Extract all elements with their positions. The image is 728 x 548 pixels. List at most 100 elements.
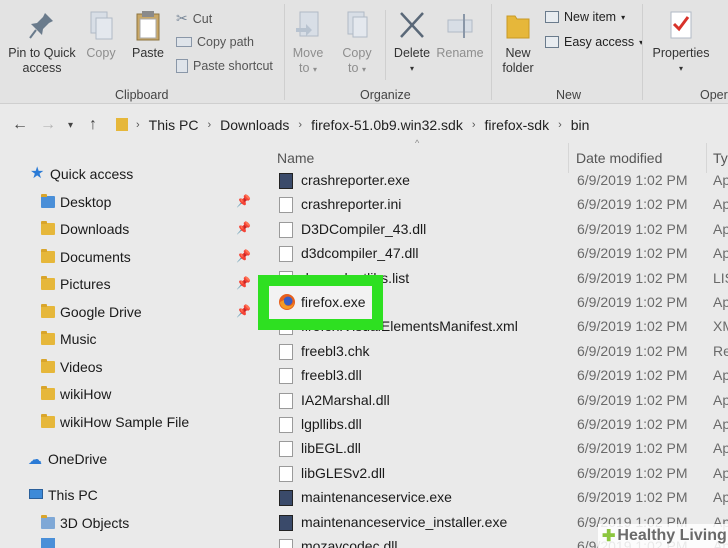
column-date-modified[interactable]: Date modified <box>576 150 662 166</box>
pin-icon: 📌 <box>236 249 251 263</box>
sort-up-chevron-icon: ^ <box>415 138 420 148</box>
nav-item-wikihow-sample-file[interactable]: wikiHow Sample File <box>40 411 189 433</box>
file-type: Ap <box>713 367 728 384</box>
cut-button[interactable]: ✂ Cut <box>176 10 212 27</box>
table-row[interactable]: freebl3.dll 6/9/2019 1:02 PM Ap <box>270 364 728 388</box>
copy-path-button[interactable]: Copy path <box>176 35 254 49</box>
new-folder-icon <box>506 15 530 39</box>
copy-to-icon <box>347 11 368 38</box>
file-type: XM <box>713 318 728 335</box>
nav-item-documents[interactable]: Documents <box>40 246 131 268</box>
file-date-modified: 6/9/2019 1:02 PM <box>577 416 688 432</box>
ribbon-separator <box>284 4 285 100</box>
nav-item-quick-access[interactable]: ★ Quick access <box>30 163 133 185</box>
copy-to-button[interactable]: Copy to ▾ <box>337 10 377 77</box>
table-row[interactable]: freebl3.chk 6/9/2019 1:02 PM Re <box>270 340 728 364</box>
documents-folder-icon <box>40 249 56 265</box>
table-row[interactable]: libEGL.dll 6/9/2019 1:02 PM Ap <box>270 437 728 461</box>
back-arrow-icon[interactable]: ← <box>12 116 28 134</box>
table-row[interactable]: D3DCompiler_43.dll 6/9/2019 1:02 PM Ap <box>270 218 728 242</box>
paste-shortcut-icon <box>176 59 188 73</box>
computer-icon <box>28 487 44 503</box>
application-file-icon <box>279 490 293 507</box>
table-row[interactable]: libGLESv2.dll 6/9/2019 1:02 PM Ap <box>270 462 728 486</box>
new-folder-button[interactable]: New folder <box>497 10 539 76</box>
desktop-folder-icon <box>40 538 56 548</box>
table-row[interactable]: d3dcompiler_47.dll 6/9/2019 1:02 PM Ap <box>270 242 728 266</box>
recent-locations-chevron-icon[interactable]: ▾ <box>68 120 73 131</box>
file-name: lgpllibs.dll <box>301 416 362 432</box>
paste-shortcut-button[interactable]: Paste shortcut <box>176 59 273 73</box>
nav-item-pictures[interactable]: Pictures <box>40 273 111 295</box>
file-type: Ap <box>713 416 728 432</box>
chevron-right-icon: › <box>298 119 303 131</box>
file-type: Ap <box>713 440 728 457</box>
chevron-right-icon: › <box>558 119 562 131</box>
easy-access-icon <box>545 36 559 48</box>
file-date-modified: 6/9/2019 1:02 PM <box>577 269 688 286</box>
breadcrumb-downloads[interactable]: Downloads <box>220 117 289 133</box>
nav-item-wikihow[interactable]: wikiHow <box>40 383 111 405</box>
chevron-down-icon: ▾ <box>312 65 317 74</box>
move-to-icon <box>296 11 319 37</box>
document-file-icon <box>279 197 293 214</box>
breadcrumb-bin[interactable]: bin <box>571 117 590 133</box>
table-row[interactable]: crashreporter.ini 6/9/2019 1:02 PM Ap <box>270 193 728 217</box>
table-row[interactable]: maintenanceservice.exe 6/9/2019 1:02 PM Ap <box>270 486 728 510</box>
file-type: Ap <box>713 196 728 213</box>
move-to-button[interactable]: Move to ▾ <box>290 10 326 77</box>
document-file-icon <box>279 465 293 482</box>
highlighted-file-row[interactable]: firefox.exe <box>269 286 372 319</box>
cloud-icon: ☁ <box>28 451 42 467</box>
file-type: Ap <box>713 391 728 408</box>
column-name[interactable]: Name <box>277 150 314 166</box>
file-name: libGLESv2.dll <box>301 464 386 481</box>
paste-button[interactable]: Paste <box>126 10 170 61</box>
new-group-label: New <box>556 88 582 102</box>
delete-button[interactable]: Delete ▾ <box>390 10 434 76</box>
chevron-right-icon: › <box>207 119 212 131</box>
copy-button[interactable]: Copy <box>82 10 120 61</box>
column-type[interactable]: Ty <box>713 150 728 166</box>
table-row[interactable]: IA2Marshal.dll 6/9/2019 1:02 PM Ap <box>270 389 728 413</box>
up-arrow-icon[interactable]: ↑ <box>89 116 97 134</box>
nav-item-videos[interactable]: Videos <box>40 356 103 378</box>
wikihow-sample-folder-icon <box>40 414 56 430</box>
forward-arrow-icon[interactable]: → <box>40 116 56 134</box>
downloads-folder-icon <box>40 221 56 237</box>
table-row[interactable]: lgpllibs.dll 6/9/2019 1:02 PM Ap <box>270 413 728 437</box>
document-file-icon <box>279 441 293 458</box>
google-drive-icon <box>40 304 56 320</box>
file-type: Ap <box>713 294 728 310</box>
file-name: IA2Marshal.dll <box>301 391 390 408</box>
breadcrumb-firefox-sdk-zip[interactable]: firefox-51.0b9.win32.sdk <box>311 117 463 133</box>
properties-button[interactable]: Properties ▾ <box>650 10 712 76</box>
document-file-icon <box>279 343 293 360</box>
ribbon-separator <box>642 4 643 100</box>
watermark-leaf-icon: ✚ <box>602 528 616 545</box>
nav-item-3d-objects[interactable]: 3D Objects <box>40 512 129 534</box>
file-name: crashreporter.exe <box>301 172 410 188</box>
table-row[interactable]: crashreporter.exe 6/9/2019 1:02 PM Ap <box>270 169 728 193</box>
nav-item-desktop[interactable]: Desktop <box>40 191 111 213</box>
file-type: Ap <box>713 172 728 188</box>
breadcrumb-firefox-sdk[interactable]: firefox-sdk <box>485 117 550 133</box>
nav-item-desktop-partial[interactable] <box>40 538 60 548</box>
file-type: LIS <box>713 269 728 286</box>
nav-item-this-pc[interactable]: This PC <box>28 484 98 506</box>
file-date-modified: 6/9/2019 1:02 PM <box>577 367 688 384</box>
easy-access-button[interactable]: Easy access ▾ <box>545 35 643 49</box>
rename-button[interactable]: Rename <box>436 10 484 61</box>
nav-item-music[interactable]: Music <box>40 328 97 350</box>
document-file-icon <box>279 392 293 409</box>
nav-item-google-drive[interactable]: Google Drive <box>40 301 142 323</box>
new-item-button[interactable]: New item ▾ <box>545 10 625 24</box>
pin-to-quick-access-button[interactable]: Pin to Quick access <box>4 10 80 76</box>
file-name: d3dcompiler_47.dll <box>301 245 419 262</box>
copy-path-icon <box>176 37 192 47</box>
file-type: Ap <box>713 245 728 262</box>
nav-item-onedrive[interactable]: ☁ OneDrive <box>28 448 107 470</box>
file-name: maintenanceservice.exe <box>301 489 452 506</box>
nav-item-downloads[interactable]: Downloads <box>40 218 129 240</box>
breadcrumb-this-pc[interactable]: This PC <box>149 117 199 133</box>
